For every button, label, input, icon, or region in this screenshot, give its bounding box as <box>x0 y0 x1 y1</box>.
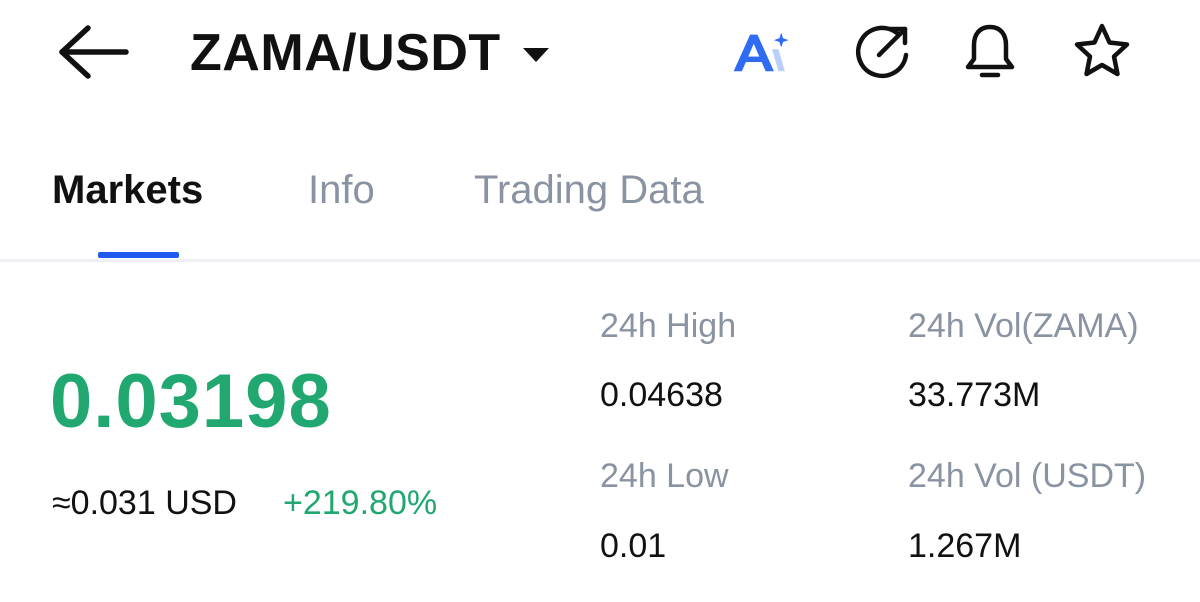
vol-quote-label: 24h Vol (USDT) <box>908 457 1147 495</box>
share-button[interactable] <box>850 20 914 84</box>
tab-markets[interactable]: Markets <box>52 168 203 213</box>
tab-bar: Markets Info Trading Data <box>0 150 1200 260</box>
high-24h-value: 0.04638 <box>600 376 723 414</box>
vol-base-value: 33.773M <box>908 376 1041 414</box>
vol-quote-value: 1.267M <box>908 527 1022 565</box>
top-bar: ZAMA/USDT <box>0 0 1200 110</box>
chevron-down-icon <box>522 48 549 62</box>
tab-info[interactable]: Info <box>308 168 375 213</box>
price-change-percent: +219.80% <box>283 484 438 522</box>
tab-trading-data[interactable]: Trading Data <box>474 168 704 213</box>
ai-icon <box>733 32 789 72</box>
share-icon <box>855 25 909 79</box>
bell-icon <box>965 24 1015 78</box>
tabs-divider <box>0 259 1200 262</box>
active-tab-indicator <box>98 252 179 258</box>
pair-selector[interactable]: ZAMA/USDT <box>190 18 549 88</box>
last-price: 0.03198 <box>50 359 332 444</box>
low-24h-label: 24h Low <box>600 457 729 495</box>
back-button[interactable] <box>56 22 132 82</box>
back-arrow-icon <box>59 25 129 79</box>
ai-assistant-button[interactable] <box>730 20 794 84</box>
high-24h-label: 24h High <box>600 307 737 345</box>
usd-equivalent: ≈0.031 USD <box>52 484 237 522</box>
pair-title: ZAMA/USDT <box>190 24 501 82</box>
vol-base-label: 24h Vol(ZAMA) <box>908 307 1139 345</box>
low-24h-value: 0.01 <box>600 527 667 565</box>
favorite-button[interactable] <box>1070 20 1134 84</box>
alert-button[interactable] <box>958 20 1022 84</box>
star-icon <box>1074 23 1130 77</box>
